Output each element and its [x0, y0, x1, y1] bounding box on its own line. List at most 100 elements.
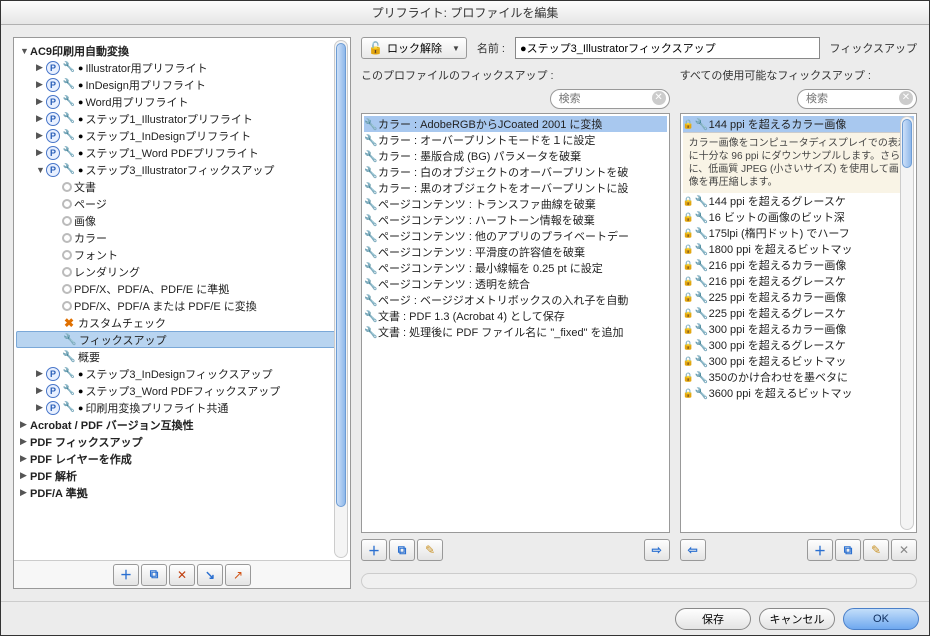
tree-row[interactable]: ページ — [16, 195, 348, 212]
list-item[interactable]: 🔒🔧300 ppi を超えるビットマッ — [683, 353, 914, 369]
tree-row[interactable]: ▶P🔧●ステップ1_Illustratorプリフライト — [16, 110, 348, 127]
col2-search[interactable]: ✕ — [797, 89, 917, 109]
tree-row[interactable]: ▶Acrobat / PDF バージョン互換性 — [16, 416, 348, 433]
profile-tree[interactable]: ▼AC9印刷用自動変換▶P🔧●Illustrator用プリフライト▶P🔧●InD… — [14, 38, 350, 505]
tree-row[interactable]: ▶P🔧●InDesign用プリフライト — [16, 76, 348, 93]
col1-duplicate-button[interactable]: ⧉ — [389, 539, 415, 561]
list-item[interactable]: 🔒🔧216 ppi を超えるグレースケ — [683, 273, 914, 289]
tree-export-button[interactable]: ↗ — [225, 564, 251, 586]
list-item[interactable]: 🔒🔧175lpi (楕円ドット) でハーフ — [683, 225, 914, 241]
col1-add-button[interactable]: ＋ — [361, 539, 387, 561]
ok-button[interactable]: OK — [843, 608, 919, 630]
tree-row[interactable]: PDF/X、PDF/A または PDF/E に変換 — [16, 297, 348, 314]
list-item[interactable]: 🔒🔧144 ppi を超えるカラー画像 — [683, 116, 914, 132]
tree-row[interactable]: ▼P🔧●ステップ3_Illustratorフィックスアップ — [16, 161, 348, 178]
tree-row[interactable]: ▶PDF 解析 — [16, 467, 348, 484]
list-item[interactable]: 🔒🔧300 ppi を超えるカラー画像 — [683, 321, 914, 337]
tree-row[interactable]: 🔧フィックスアップ — [16, 331, 348, 348]
list-item[interactable]: 🔧カラー : 墨版合成 (BG) パラメータを破棄 — [364, 148, 667, 164]
horizontal-scrollbar[interactable] — [361, 573, 917, 589]
list-item[interactable]: 🔧ページ : ベージジオメトリボックスの入れ子を自動 — [364, 292, 667, 308]
tree-row[interactable]: カラー — [16, 229, 348, 246]
tree-row[interactable]: ▶P🔧●ステップ1_Word PDFプリフライト — [16, 144, 348, 161]
tree-row[interactable]: ▶PDF レイヤーを作成 — [16, 450, 348, 467]
save-button[interactable]: 保存 — [675, 608, 751, 630]
list-item[interactable]: 🔧ページコンテンツ : ハーフトーン情報を破棄 — [364, 212, 667, 228]
disclosure-arrow-icon[interactable]: ▶ — [36, 402, 46, 413]
profile-name-input[interactable] — [515, 37, 820, 59]
disclosure-arrow-icon[interactable]: ▶ — [20, 436, 30, 447]
list-item[interactable]: 🔧カラー : AdobeRGBからJCoated 2001 に変換 — [364, 116, 667, 132]
col2-scrollbar[interactable] — [900, 116, 914, 530]
col1-search[interactable]: ✕ — [550, 89, 670, 109]
list-item[interactable]: 🔒🔧300 ppi を超えるグレースケ — [683, 337, 914, 353]
list-item[interactable]: 🔧文書 : PDF 1.3 (Acrobat 4) として保存 — [364, 308, 667, 324]
tree-row[interactable]: 🔧概要 — [16, 348, 348, 365]
list-item[interactable]: 🔒🔧3600 ppi を超えるビットマッ — [683, 385, 914, 401]
list-item[interactable]: 🔧ページコンテンツ : 他のアプリのプライベートデー — [364, 228, 667, 244]
disclosure-arrow-icon[interactable]: ▼ — [20, 46, 30, 56]
disclosure-arrow-icon[interactable]: ▶ — [20, 453, 30, 464]
tree-delete-button[interactable]: ✕ — [169, 564, 195, 586]
disclosure-arrow-icon[interactable]: ▼ — [36, 165, 46, 175]
col2-clear-icon[interactable]: ✕ — [899, 91, 913, 105]
col2-move-left-button[interactable]: ⇦ — [680, 539, 706, 561]
tree-row[interactable]: ▼AC9印刷用自動変換 — [16, 42, 348, 59]
disclosure-arrow-icon[interactable]: ▶ — [36, 147, 46, 158]
list-item[interactable]: 🔧カラー : オーバープリントモードを１に設定 — [364, 132, 667, 148]
disclosure-arrow-icon[interactable]: ▶ — [36, 96, 46, 107]
tree-row[interactable]: ▶PDF フィックスアップ — [16, 433, 348, 450]
col1-edit-button[interactable]: ✎ — [417, 539, 443, 561]
tree-row[interactable]: フォント — [16, 246, 348, 263]
tree-row[interactable]: ▶P🔧●ステップ3_Word PDFフィックスアップ — [16, 382, 348, 399]
tree-row[interactable]: PDF/X、PDF/A、PDF/E に準拠 — [16, 280, 348, 297]
tree-row[interactable]: 文書 — [16, 178, 348, 195]
list-item[interactable]: 🔧カラー : 白のオブジェクトのオーバープリントを破 — [364, 164, 667, 180]
disclosure-arrow-icon[interactable]: ▶ — [36, 62, 46, 73]
tree-row[interactable]: レンダリング — [16, 263, 348, 280]
tree-duplicate-button[interactable]: ⧉ — [141, 564, 167, 586]
list-item[interactable]: 🔒🔧216 ppi を超えるカラー画像 — [683, 257, 914, 273]
disclosure-arrow-icon[interactable]: ▶ — [36, 113, 46, 124]
list-item[interactable]: 🔧ページコンテンツ : 平滑度の許容値を破棄 — [364, 244, 667, 260]
tree-add-button[interactable]: ＋ — [113, 564, 139, 586]
col2-duplicate-button[interactable]: ⧉ — [835, 539, 861, 561]
col2-delete-button[interactable]: ✕ — [891, 539, 917, 561]
col2-add-button[interactable]: ＋ — [807, 539, 833, 561]
list-item[interactable]: 🔧文書 : 処理後に PDF ファイル名に "_fixed" を追加 — [364, 324, 667, 340]
col2-list[interactable]: 🔒🔧144 ppi を超えるカラー画像カラー画像をコンピュータディスプレイでの表… — [680, 113, 917, 533]
tree-scrollbar-thumb[interactable] — [336, 43, 346, 507]
list-item[interactable]: 🔧ページコンテンツ : トランスファ曲線を破棄 — [364, 196, 667, 212]
col1-clear-icon[interactable]: ✕ — [652, 91, 666, 105]
tree-row[interactable]: ▶P🔧●Illustrator用プリフライト — [16, 59, 348, 76]
list-item[interactable]: 🔒🔧144 ppi を超えるグレースケ — [683, 193, 914, 209]
tree-row[interactable]: ▶P🔧●ステップ3_InDesignフィックスアップ — [16, 365, 348, 382]
list-item[interactable]: 🔒🔧1800 ppi を超えるビットマッ — [683, 241, 914, 257]
list-item[interactable]: 🔒🔧16 ビットの画像のビット深 — [683, 209, 914, 225]
disclosure-arrow-icon[interactable]: ▶ — [36, 385, 46, 396]
col2-scrollbar-thumb[interactable] — [902, 119, 912, 168]
col1-list[interactable]: 🔧カラー : AdobeRGBからJCoated 2001 に変換🔧カラー : … — [361, 113, 670, 533]
tree-row[interactable]: ▶P🔧●ステップ1_InDesignプリフライト — [16, 127, 348, 144]
disclosure-arrow-icon[interactable]: ▶ — [20, 470, 30, 481]
list-item[interactable]: 🔒🔧225 ppi を超えるカラー画像 — [683, 289, 914, 305]
disclosure-arrow-icon[interactable]: ▶ — [36, 368, 46, 379]
disclosure-arrow-icon[interactable]: ▶ — [20, 419, 30, 430]
disclosure-arrow-icon[interactable]: ▶ — [20, 487, 30, 498]
tree-row[interactable]: ✖カスタムチェック — [16, 314, 348, 331]
tree-row[interactable]: ▶PDF/A 準拠 — [16, 484, 348, 501]
list-item[interactable]: 🔒🔧350のかけ合わせを墨ベタに — [683, 369, 914, 385]
list-item[interactable]: 🔧ページコンテンツ : 透明を統合 — [364, 276, 667, 292]
tree-import-button[interactable]: ↘ — [197, 564, 223, 586]
col1-move-right-button[interactable]: ⇨ — [644, 539, 670, 561]
tree-scrollbar[interactable] — [334, 40, 348, 558]
list-item[interactable]: 🔒🔧225 ppi を超えるグレースケ — [683, 305, 914, 321]
list-item[interactable]: 🔧ページコンテンツ : 最小線幅を 0.25 pt に設定 — [364, 260, 667, 276]
tree-row[interactable]: ▶P🔧●印刷用変換プリフライト共通 — [16, 399, 348, 416]
disclosure-arrow-icon[interactable]: ▶ — [36, 130, 46, 141]
cancel-button[interactable]: キャンセル — [759, 608, 835, 630]
lock-toggle-button[interactable]: 🔓 ロック解除 ▼ — [361, 37, 467, 59]
col2-edit-button[interactable]: ✎ — [863, 539, 889, 561]
tree-row[interactable]: ▶P🔧●Word用プリフライト — [16, 93, 348, 110]
list-item[interactable]: 🔧カラー : 黒のオブジェクトをオーバープリントに設 — [364, 180, 667, 196]
